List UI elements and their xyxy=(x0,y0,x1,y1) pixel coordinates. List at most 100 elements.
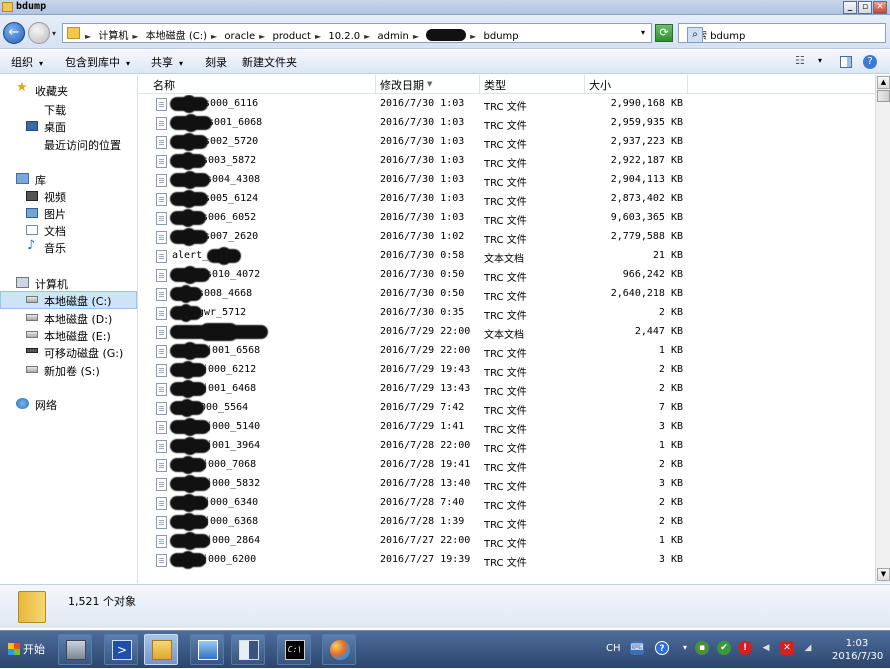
file-row[interactable]: s006_6052 2016/7/30 1:03 TRC 文件 9,603,365 K… xyxy=(139,209,875,228)
chevron-right-icon[interactable]: ► xyxy=(259,32,265,41)
chevron-right-icon[interactable]: ► xyxy=(470,32,476,41)
file-row[interactable]: j000_5140 2016/7/29 1:41 TRC 文件 3 KB xyxy=(139,418,875,437)
sidebar-item-pictures[interactable]: 图片 xyxy=(44,206,66,222)
address-box[interactable]: ► 计算机 ► 本地磁盘 (C:) ► oracle ► product ► 10.2.… xyxy=(62,23,652,43)
breadcrumb-oracle[interactable]: oracle xyxy=(224,31,255,42)
network-status-icon[interactable]: ▪ xyxy=(695,641,709,655)
minimize-button[interactable]: _ xyxy=(843,1,857,14)
sidebar-item-downloads[interactable]: 下载 xyxy=(44,102,66,118)
breadcrumb-redacted[interactable] xyxy=(426,29,467,41)
file-row[interactable]: j001_6568 2016/7/29 22:00 TRC 文件 1 KB xyxy=(139,342,875,361)
security-icon[interactable]: ✔ xyxy=(717,641,731,655)
taskbar-paint[interactable] xyxy=(322,634,356,665)
file-row[interactable]: s000_6116 2016/7/30 1:03 TRC 文件 2,990,168 K… xyxy=(139,95,875,114)
file-row[interactable]: j000_6200 2016/7/27 19:39 TRC 文件 3 KB xyxy=(139,551,875,570)
forward-button[interactable]: → xyxy=(28,22,50,44)
chevron-right-icon[interactable]: ► xyxy=(315,32,321,41)
sidebar-item-documents[interactable]: 文档 xyxy=(44,223,66,239)
sidebar-item-drive-d[interactable]: 本地磁盘 (D:) xyxy=(44,311,112,327)
refresh-button[interactable]: ⟳ xyxy=(655,24,673,42)
file-row[interactable]: alert_ 2016/7/30 0:58 文本文档 21 KB xyxy=(139,247,875,266)
update-icon[interactable]: ✕ xyxy=(780,641,794,655)
scroll-thumb[interactable] xyxy=(877,90,890,102)
vertical-scrollbar[interactable]: ▲ ▼ xyxy=(875,75,890,583)
column-header-date[interactable]: 修改日期 xyxy=(380,77,424,93)
search-icon[interactable]: ⌕ xyxy=(687,27,703,43)
alert-icon[interactable]: ! xyxy=(738,641,752,655)
file-row[interactable]: s003_5872 2016/7/30 1:03 TRC 文件 2,922,187 K… xyxy=(139,152,875,171)
taskbar-powershell[interactable]: > xyxy=(104,634,138,665)
sidebar-item-desktop[interactable]: 桌面 xyxy=(44,119,66,135)
file-row[interactable]: 2016/7/29 22:00 文本文档 2,447 KB xyxy=(139,323,875,342)
recent-pages-dropdown[interactable]: ▾ xyxy=(52,29,56,38)
breadcrumb-drive-c[interactable]: 本地磁盘 (C:) xyxy=(146,27,207,42)
volume-icon[interactable]: ◢ xyxy=(801,641,815,655)
scroll-up-button[interactable]: ▲ xyxy=(877,76,890,89)
chevron-right-icon[interactable]: ► xyxy=(85,32,91,41)
view-options-icon[interactable]: ☷ xyxy=(795,54,805,67)
scroll-down-button[interactable]: ▼ xyxy=(877,568,890,581)
column-header-type[interactable]: 类型 xyxy=(484,77,506,93)
file-row[interactable]: s004_4308 2016/7/30 1:03 TRC 文件 2,904,113 K… xyxy=(139,171,875,190)
column-divider[interactable] xyxy=(687,75,688,94)
language-indicator[interactable]: CH xyxy=(606,643,621,654)
breadcrumb-computer[interactable]: 计算机 xyxy=(98,27,128,42)
sidebar-network[interactable]: 网络 xyxy=(35,397,57,413)
file-row[interactable]: 000_5564 2016/7/29 7:42 TRC 文件 7 KB xyxy=(139,399,875,418)
close-button[interactable]: ✕ xyxy=(873,1,887,14)
share-button[interactable]: 共享 ▾ xyxy=(151,54,183,70)
taskbar-cmd[interactable]: C:\ xyxy=(277,634,311,665)
file-row[interactable]: s007_2620 2016/7/30 1:02 TRC 文件 2,779,588 K… xyxy=(139,228,875,247)
file-row[interactable]: s010_4072 2016/7/30 0:50 TRC 文件 966,242 KB xyxy=(139,266,875,285)
file-row[interactable]: s002_5720 2016/7/30 1:03 TRC 文件 2,937,223 K… xyxy=(139,133,875,152)
file-row[interactable]: j001_6468 2016/7/29 13:43 TRC 文件 2 KB xyxy=(139,380,875,399)
file-row[interactable]: j000_7068 2016/7/28 19:41 TRC 文件 2 KB xyxy=(139,456,875,475)
chevron-down-icon[interactable]: ▾ xyxy=(678,641,692,655)
sidebar-computer[interactable]: 计算机 xyxy=(35,276,68,292)
address-dropdown-icon[interactable]: ▾ xyxy=(641,28,645,37)
sidebar-item-recent[interactable]: 最近访问的位置 xyxy=(44,137,121,153)
sidebar-item-music[interactable]: 音乐 xyxy=(44,240,66,256)
help-icon[interactable]: ? xyxy=(655,641,669,655)
sidebar-item-drive-s[interactable]: 新加卷 (S:) xyxy=(44,363,100,379)
breadcrumb-version[interactable]: 10.2.0 xyxy=(328,31,360,42)
sidebar-item-drive-g[interactable]: 可移动磁盘 (G:) xyxy=(44,345,123,361)
file-row[interactable]: j001_3964 2016/7/28 22:00 TRC 文件 1 KB xyxy=(139,437,875,456)
column-divider[interactable] xyxy=(375,75,376,94)
organize-button[interactable]: 组织 ▾ xyxy=(11,54,43,70)
file-row[interactable]: s008_4668 2016/7/30 0:50 TRC 文件 2,640,218 K… xyxy=(139,285,875,304)
file-row[interactable]: s005_6124 2016/7/30 1:03 TRC 文件 2,873,402 K… xyxy=(139,190,875,209)
chevron-right-icon[interactable]: ► xyxy=(413,32,419,41)
file-row[interactable]: j000_6340 2016/7/28 7:40 TRC 文件 2 KB xyxy=(139,494,875,513)
sidebar-item-drive-e[interactable]: 本地磁盘 (E:) xyxy=(44,328,111,344)
column-divider[interactable] xyxy=(584,75,585,94)
chevron-right-icon[interactable]: ► xyxy=(211,32,217,41)
taskbar-explorer[interactable] xyxy=(144,634,178,665)
help-icon[interactable]: ? xyxy=(863,55,877,69)
file-row[interactable]: j000_6368 2016/7/28 1:39 TRC 文件 2 KB xyxy=(139,513,875,532)
maximize-button[interactable]: ▫ xyxy=(858,1,872,14)
sidebar-item-videos[interactable]: 视频 xyxy=(44,189,66,205)
file-row[interactable]: s001_6068 2016/7/30 1:03 TRC 文件 2,959,935 K… xyxy=(139,114,875,133)
taskbar-server-manager[interactable] xyxy=(58,634,92,665)
taskbar-app-a[interactable] xyxy=(190,634,224,665)
chevron-right-icon[interactable]: ► xyxy=(132,32,138,41)
sidebar-favorites[interactable]: 收藏夹 xyxy=(35,83,68,99)
column-header-size[interactable]: 大小 xyxy=(589,77,611,93)
breadcrumb-admin[interactable]: admin xyxy=(377,31,408,42)
breadcrumb-bdump[interactable]: bdump xyxy=(484,31,519,42)
clock[interactable]: 1:03 2016/7/30 xyxy=(832,637,883,663)
keyboard-icon[interactable]: ⌨ xyxy=(630,641,644,655)
column-header-name[interactable]: 名称 xyxy=(153,77,175,93)
include-library-button[interactable]: 包含到库中 ▾ xyxy=(65,54,130,70)
breadcrumb-product[interactable]: product xyxy=(273,31,311,42)
preview-pane-icon[interactable] xyxy=(840,56,852,68)
start-button[interactable]: 开始 xyxy=(2,639,51,661)
column-divider[interactable] xyxy=(479,75,480,94)
file-row[interactable]: gwr_5712 2016/7/30 0:35 TRC 文件 2 KB xyxy=(139,304,875,323)
file-row[interactable]: j000_6212 2016/7/29 19:43 TRC 文件 2 KB xyxy=(139,361,875,380)
sidebar-libraries[interactable]: 库 xyxy=(35,172,46,188)
chevron-right-icon[interactable]: ► xyxy=(364,32,370,41)
burn-button[interactable]: 刻录 xyxy=(205,54,227,70)
new-folder-button[interactable]: 新建文件夹 xyxy=(242,54,297,70)
